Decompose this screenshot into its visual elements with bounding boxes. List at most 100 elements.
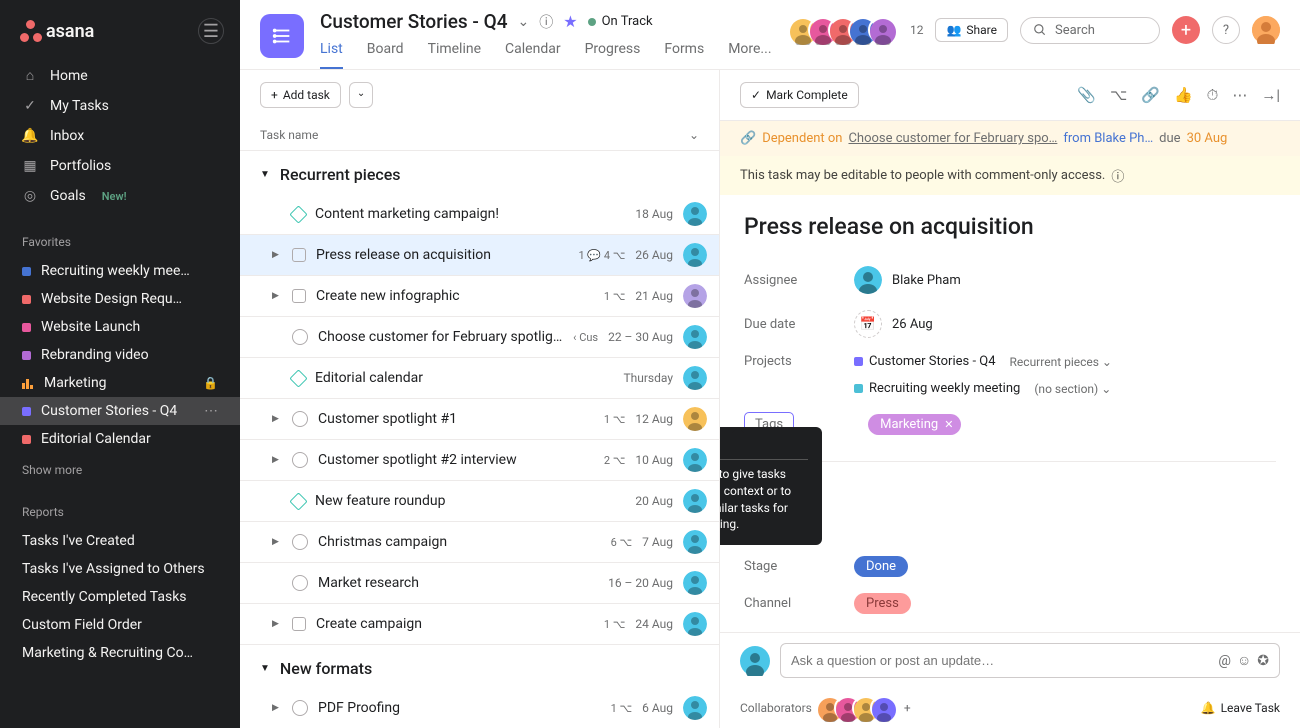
task-check-icon[interactable]: [292, 248, 306, 262]
mark-complete-button[interactable]: ✓ Mark Complete: [740, 82, 859, 108]
star-icon[interactable]: ★: [563, 12, 577, 31]
favorite-item[interactable]: Customer Stories - Q4⋯: [0, 397, 240, 425]
tab-board[interactable]: Board: [367, 41, 404, 69]
task-row[interactable]: ▶Create new infographic1 ⌥21 Aug: [240, 276, 719, 317]
task-title[interactable]: Press release on acquisition: [744, 213, 1276, 240]
task-check-icon[interactable]: [292, 289, 306, 303]
add-collaborator-icon[interactable]: +: [904, 701, 911, 715]
search-icon: [1033, 23, 1047, 37]
status-pill[interactable]: On Track: [588, 14, 653, 29]
nav-portfolios[interactable]: ▦Portfolios: [0, 151, 240, 181]
report-link[interactable]: Tasks I've Created: [0, 527, 240, 555]
info-icon[interactable]: ⓘ: [1111, 166, 1124, 185]
logo[interactable]: asana: [20, 20, 94, 42]
link-icon[interactable]: 🔗: [1141, 86, 1160, 104]
help-button[interactable]: ?: [1212, 16, 1240, 44]
user-avatar[interactable]: [1252, 16, 1280, 44]
task-row[interactable]: ▶Create campaign1 ⌥24 Aug: [240, 604, 719, 645]
timer-icon[interactable]: ⏱: [1207, 86, 1219, 104]
emoji-icon[interactable]: ☺: [1237, 652, 1251, 669]
favorite-item[interactable]: Editorial Calendar: [0, 425, 240, 453]
tab-calendar[interactable]: Calendar: [505, 41, 561, 69]
report-link[interactable]: Recently Completed Tasks: [0, 583, 240, 611]
favorite-item[interactable]: Rebranding video: [0, 341, 240, 369]
chevron-down-icon[interactable]: ⌄: [518, 14, 530, 30]
tag-chip[interactable]: Marketing✕: [868, 414, 961, 435]
collaborators-label: Collaborators: [740, 701, 812, 715]
tab-timeline[interactable]: Timeline: [428, 41, 481, 69]
favorite-item[interactable]: Marketing🔒: [0, 369, 240, 397]
section-header[interactable]: ▼New formats: [240, 645, 719, 688]
sidebar: asana ☰ ⌂Home✓My Tasks🔔Inbox▦Portfolios◎…: [0, 0, 240, 728]
dependency-icon: 🔗: [740, 131, 756, 146]
favorite-item[interactable]: Recruiting weekly mee…: [0, 257, 240, 285]
search-input[interactable]: Search: [1020, 17, 1160, 44]
column-header[interactable]: Task name⌄: [240, 120, 719, 151]
task-row[interactable]: ▶Content marketing campaign!18 Aug: [240, 194, 719, 235]
task-row[interactable]: ▶Christmas campaign6 ⌥7 Aug: [240, 522, 719, 563]
task-check-icon[interactable]: [292, 617, 306, 631]
report-link[interactable]: Custom Field Order: [0, 611, 240, 639]
close-pane-icon[interactable]: →|: [1261, 86, 1280, 104]
task-check-icon[interactable]: [292, 700, 308, 716]
task-row[interactable]: ▶New feature roundup20 Aug: [240, 481, 719, 522]
nav-inbox[interactable]: 🔔Inbox: [0, 121, 240, 151]
project-title[interactable]: Customer Stories - Q4: [320, 10, 508, 33]
nav-my-tasks[interactable]: ✓My Tasks: [0, 91, 240, 121]
report-link[interactable]: Marketing & Recruiting Co…: [0, 639, 240, 667]
tab-list[interactable]: List: [320, 41, 343, 69]
favorite-item[interactable]: Website Launch: [0, 313, 240, 341]
info-icon[interactable]: ⓘ: [539, 12, 553, 32]
favorite-item[interactable]: Website Design Requ…: [0, 285, 240, 313]
task-check-icon[interactable]: [292, 411, 308, 427]
task-check-icon[interactable]: [292, 329, 308, 345]
task-row[interactable]: ▶Market research16 – 20 Aug: [240, 563, 719, 604]
more-icon[interactable]: ⋯: [1232, 86, 1247, 104]
task-check-icon[interactable]: [289, 492, 307, 510]
add-task-dropdown[interactable]: ⌄: [349, 82, 373, 108]
project-pill[interactable]: Customer Stories - Q4Recurrent pieces ⌄: [854, 354, 1112, 369]
task-check-icon[interactable]: [289, 205, 307, 223]
add-task-button[interactable]: + Add task: [260, 82, 341, 108]
dependency-task-link[interactable]: Choose customer for February spo…: [848, 131, 1057, 146]
share-button[interactable]: 👥 Share: [935, 18, 1008, 42]
appreciation-icon[interactable]: ✪: [1257, 653, 1269, 669]
project-pill[interactable]: Recruiting weekly meeting(no section) ⌄: [854, 381, 1111, 396]
tab-progress[interactable]: Progress: [585, 41, 641, 69]
avatar: [683, 489, 707, 513]
global-add-button[interactable]: +: [1172, 16, 1200, 44]
mention-icon[interactable]: @: [1218, 653, 1231, 669]
remove-tag-icon[interactable]: ✕: [944, 418, 953, 431]
attachment-icon[interactable]: 📎: [1077, 86, 1096, 104]
channel-value[interactable]: Press: [854, 593, 911, 614]
like-icon[interactable]: 👍: [1174, 86, 1193, 104]
task-row[interactable]: ▶Customer spotlight #2 interview2 ⌥10 Au…: [240, 440, 719, 481]
show-more[interactable]: Show more: [0, 453, 240, 487]
section-header[interactable]: ▼Recurrent pieces: [240, 151, 719, 194]
task-row[interactable]: ▶PDF Proofing1 ⌥6 Aug: [240, 688, 719, 728]
stage-label: Stage: [744, 559, 854, 574]
task-row[interactable]: ▶Choose customer for February spotlight‹…: [240, 317, 719, 358]
tab-more...[interactable]: More...: [728, 41, 771, 69]
assignee-value[interactable]: Blake Pham: [854, 266, 1276, 294]
nav-goals[interactable]: ◎GoalsNew!: [0, 181, 240, 211]
stage-value[interactable]: Done: [854, 556, 908, 577]
project-icon[interactable]: [260, 14, 304, 58]
task-check-icon[interactable]: [289, 369, 307, 387]
task-check-icon[interactable]: [292, 534, 308, 550]
avatar[interactable]: [868, 17, 894, 43]
task-row[interactable]: ▶Customer spotlight #11 ⌥12 Aug: [240, 399, 719, 440]
task-row[interactable]: ▶Editorial calendarThursday: [240, 358, 719, 399]
task-check-icon[interactable]: [292, 452, 308, 468]
leave-task-button[interactable]: 🔔 Leave Task: [1201, 701, 1280, 715]
task-row[interactable]: ▶Press release on acquisition1 💬 4 ⌥26 A…: [240, 235, 719, 276]
menu-toggle-icon[interactable]: ☰: [198, 18, 224, 44]
task-check-icon[interactable]: [292, 575, 308, 591]
tab-forms[interactable]: Forms: [664, 41, 704, 69]
comment-input[interactable]: @ ☺ ✪: [780, 643, 1280, 678]
avatar[interactable]: [870, 696, 894, 720]
due-date-value[interactable]: 📅 26 Aug: [854, 310, 1276, 338]
nav-home[interactable]: ⌂Home: [0, 60, 240, 91]
report-link[interactable]: Tasks I've Assigned to Others: [0, 555, 240, 583]
subtask-icon[interactable]: ⌥: [1110, 86, 1127, 104]
